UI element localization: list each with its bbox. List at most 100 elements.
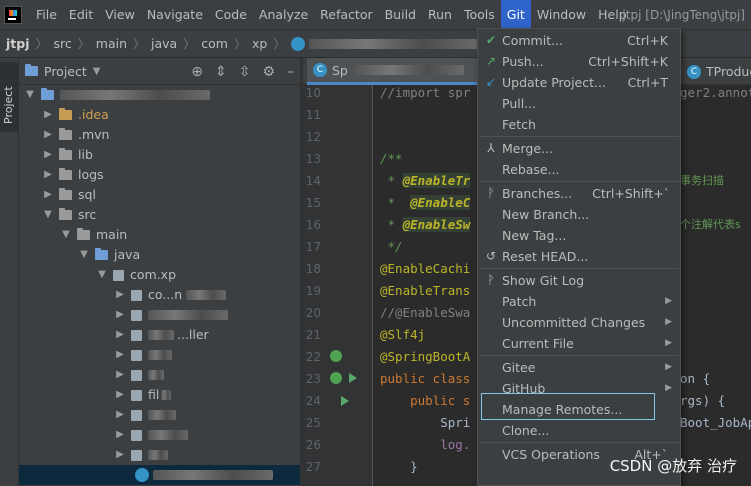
menu-item-current-file[interactable]: Current File ▶ — [478, 333, 680, 354]
menu-item-gitee[interactable]: Gitee ▶ — [478, 357, 680, 378]
menu-refactor[interactable]: Refactor — [314, 0, 378, 30]
tree-item[interactable]: ▶ — [113, 305, 228, 325]
code-line-fragment: rgs) { — [680, 393, 726, 408]
tree-item[interactable]: ▶ .idea — [41, 105, 109, 125]
tree-item[interactable]: ▶ — [113, 345, 172, 365]
menu-run[interactable]: Run — [422, 0, 458, 30]
menu-window[interactable]: Window — [531, 0, 592, 30]
menu-view[interactable]: View — [99, 0, 141, 30]
menu-analyze[interactable]: Analyze — [253, 0, 314, 30]
expand-all-icon[interactable]: ⇳ — [239, 64, 251, 80]
menu-item-uncommitted-changes[interactable]: Uncommitted Changes ▶ — [478, 312, 680, 333]
menu-edit[interactable]: Edit — [63, 0, 99, 30]
tree-item-label: fil — [148, 387, 160, 402]
tree-root[interactable]: ▼ — [23, 85, 210, 105]
breadcrumb-src[interactable]: src — [54, 36, 72, 51]
menu-item-label: Push... — [502, 54, 544, 69]
package-icon — [131, 329, 142, 341]
run-icon[interactable] — [341, 396, 349, 406]
menu-item-clone[interactable]: Clone... — [478, 420, 680, 441]
chevron-down-icon[interactable]: ▼ — [23, 85, 37, 105]
menu-code[interactable]: Code — [209, 0, 253, 30]
menu-item-patch[interactable]: Patch ▶ — [478, 291, 680, 312]
menu-tools[interactable]: Tools — [458, 0, 501, 30]
chevron-down-icon[interactable]: ▼ — [93, 66, 101, 77]
chevron-right-icon[interactable]: ▶ — [113, 445, 127, 465]
chevron-right-icon[interactable]: ▶ — [41, 185, 55, 205]
chevron-right-icon[interactable]: ▶ — [113, 365, 127, 385]
menu-item-label: Current File — [502, 336, 574, 351]
spring-bean-icon[interactable] — [330, 372, 342, 384]
chevron-right-icon: 〉 — [233, 37, 246, 51]
tree-item[interactable]: ▶ fil — [113, 385, 172, 405]
project-panel-title[interactable]: Project — [44, 64, 87, 79]
tree-item[interactable]: ▶ logs — [41, 165, 103, 185]
chevron-right-icon[interactable]: ▶ — [113, 385, 127, 405]
breadcrumb-main[interactable]: main — [96, 36, 127, 51]
minimize-icon[interactable]: – — [287, 64, 294, 80]
menu-item-reset-head[interactable]: ↺ Reset HEAD... — [478, 246, 680, 267]
chevron-right-icon: 〉 — [35, 37, 48, 51]
chevron-right-icon[interactable]: ▶ — [113, 305, 127, 325]
tree-item[interactable]: ▶ — [113, 365, 164, 385]
menu-item-merge[interactable]: ⅄ Merge... — [478, 138, 680, 159]
chevron-right-icon[interactable]: ▶ — [41, 125, 55, 145]
chevron-down-icon[interactable]: ▼ — [59, 225, 73, 245]
tool-window-strip: Project — [0, 58, 19, 486]
gear-icon[interactable]: ⚙ — [262, 64, 275, 80]
editor-tab[interactable]: C TProduc — [687, 58, 751, 85]
chevron-down-icon[interactable]: ▼ — [41, 205, 55, 225]
tree-item[interactable]: ▼ main — [59, 225, 127, 245]
breadcrumb-com[interactable]: com — [201, 36, 228, 51]
menu-item-push[interactable]: ↗ Push... Ctrl+Shift+K — [478, 51, 680, 72]
breadcrumb-jtpj[interactable]: jtpj — [6, 36, 30, 51]
editor-tab-active[interactable]: C Sp — [307, 58, 477, 85]
tree-item[interactable]: ▶ ...ller — [113, 325, 209, 345]
tree-item[interactable]: ▶ lib — [41, 145, 93, 165]
menu-navigate[interactable]: Navigate — [141, 0, 209, 30]
tree-item[interactable]: ▼ src — [41, 205, 96, 225]
chevron-right-icon[interactable]: ▶ — [41, 145, 55, 165]
tree-item[interactable]: ▶ — [113, 425, 188, 445]
tree-item[interactable]: ▼ java — [77, 245, 140, 265]
menu-item-fetch[interactable]: Fetch — [478, 114, 680, 135]
tree-item[interactable]: ▶ — [113, 405, 176, 425]
menu-item-show-git-log[interactable]: ᚹ Show Git Log — [478, 270, 680, 291]
crosshair-icon[interactable]: ⊕ — [191, 64, 203, 80]
push-icon: ↗ — [485, 54, 497, 68]
menu-item-update-project[interactable]: ↙ Update Project... Ctrl+T — [478, 72, 680, 93]
breadcrumb-xp[interactable]: xp — [252, 36, 267, 51]
menu-item-pull[interactable]: Pull... — [478, 93, 680, 114]
spring-bean-icon[interactable] — [330, 350, 342, 362]
menu-item-branches[interactable]: ᚹ Branches... Ctrl+Shift+` — [478, 183, 680, 204]
menu-item-new-branch[interactable]: New Branch... — [478, 204, 680, 225]
chevron-right-icon[interactable]: ▶ — [113, 425, 127, 445]
tree-item[interactable]: ▶ — [113, 445, 168, 465]
chevron-right-icon[interactable]: ▶ — [113, 405, 127, 425]
project-tool-tab[interactable]: Project — [0, 62, 19, 132]
chevron-right-icon[interactable]: ▶ — [113, 325, 127, 345]
chevron-right-icon[interactable]: ▶ — [41, 165, 55, 185]
project-panel: Project ▼ ⊕ ⇕ ⇳ ⚙ – ▼ ▶ .idea ▶ .mvn ▶ l… — [19, 58, 300, 486]
menu-item-commit[interactable]: ✔ Commit... Ctrl+K — [478, 30, 680, 51]
tree-item[interactable]: ▶ co...n — [113, 285, 227, 305]
menu-item-new-tag[interactable]: New Tag... — [478, 225, 680, 246]
chevron-right-icon[interactable]: ▶ — [113, 345, 127, 365]
manage-remotes-highlight-box — [481, 393, 655, 420]
tree-item[interactable]: ▶ sql — [41, 185, 96, 205]
chevron-down-icon[interactable]: ▼ — [95, 265, 109, 285]
chevron-right-icon[interactable]: ▶ — [113, 285, 127, 305]
menu-build[interactable]: Build — [379, 0, 422, 30]
tree-item[interactable]: ▶ .mvn — [41, 125, 109, 145]
run-icon[interactable] — [349, 373, 357, 383]
breadcrumb-java[interactable]: java — [151, 36, 177, 51]
menu-item-rebase[interactable]: Rebase... — [478, 159, 680, 180]
collapse-all-icon[interactable]: ⇕ — [215, 64, 227, 80]
chevron-down-icon[interactable]: ▼ — [77, 245, 91, 265]
chevron-right-icon[interactable]: ▶ — [41, 105, 55, 125]
menu-item-label: Fetch — [502, 117, 536, 132]
tree-item-selected[interactable] — [19, 465, 300, 485]
menu-git[interactable]: Git — [500, 0, 531, 30]
tree-item[interactable]: ▼ com.xp — [95, 265, 176, 285]
menu-file[interactable]: File — [30, 0, 63, 30]
